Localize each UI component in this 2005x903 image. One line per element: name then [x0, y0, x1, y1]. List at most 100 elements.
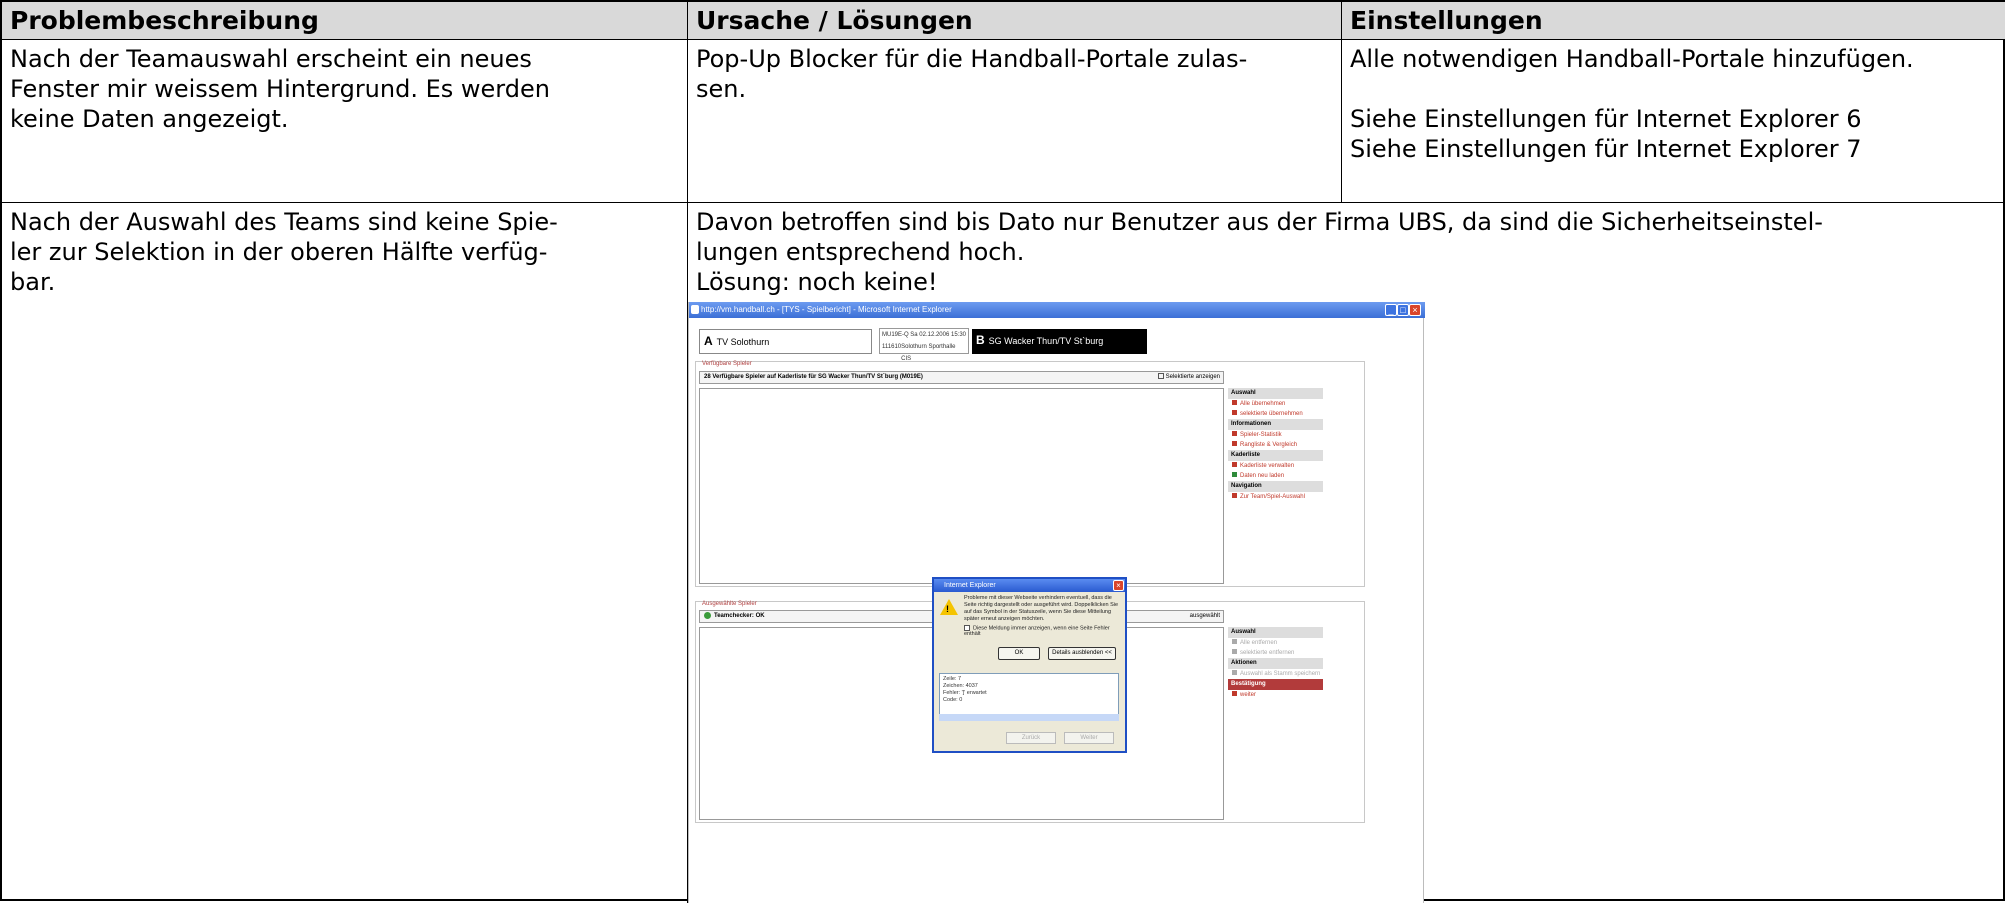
document-icon — [1232, 441, 1237, 446]
take-all-button[interactable]: Alle übernehmen — [1228, 399, 1323, 409]
ie-title-bar: http://vm.handball.ch - [TYS - Spielberi… — [689, 302, 1425, 318]
show-selected-checkbox[interactable] — [1157, 373, 1164, 380]
side-item-label: selektierte übernehmen — [1240, 411, 1303, 417]
header-problem: Problembeschreibung — [2, 2, 688, 40]
player-stats-button[interactable]: Spieler-Statistik — [1228, 430, 1323, 440]
error-details-box[interactable]: Zeile: 7 Zeichen: 4037 Fehler: ']' erwar… — [939, 673, 1119, 720]
team-a-letter: A — [704, 334, 713, 348]
continue-button[interactable]: weiter — [1228, 690, 1323, 700]
side-item-label: Alle übernehmen — [1240, 401, 1286, 407]
row2-problem-line: bar. — [10, 268, 56, 296]
ie6-settings-link[interactable]: Siehe Einstellungen für Internet Explore… — [1350, 104, 1999, 134]
show-selected-label: Selektierte anzeigen — [1165, 374, 1220, 380]
team-b-letter: B — [976, 333, 985, 347]
row1-settings-spacer — [1350, 74, 1999, 104]
teamcheck-status: Teamchecker: OK — [714, 613, 765, 619]
save-as-core-button[interactable]: Auswahl als Stamm speichern — [1228, 669, 1323, 679]
side-item-label: Alle entfernen — [1240, 640, 1278, 646]
row1-problem-line: Nach der Teamauswahl erscheint ein neues — [10, 45, 532, 73]
row1-problem-line: Fenster mir weissem Hintergrund. Es werd… — [10, 75, 550, 103]
remove-icon — [1232, 639, 1237, 644]
ranking-button[interactable]: Rangliste & Vergleich — [1228, 440, 1323, 450]
available-side-menu: Auswahl Alle übernehmen selektierte über… — [1228, 388, 1323, 502]
team-b-name: SG Wacker Thun/TV St`burg — [988, 336, 1104, 346]
document-icon — [1232, 462, 1237, 467]
show-selected-toggle[interactable]: Selektierte anzeigen — [1157, 372, 1220, 383]
header-problem-label: Problembeschreibung — [10, 6, 319, 35]
solution-text: Lösung: noch keine! — [696, 268, 938, 296]
row2-problem-line: ler zur Selektion in der oberen Hälfte v… — [10, 238, 548, 266]
row1-settings-line: Alle notwendigen Handball-Portale hinzuf… — [1350, 45, 1914, 73]
row1-cause-line: sen. — [696, 75, 747, 103]
reload-data-button[interactable]: Daten neu laden — [1228, 471, 1323, 481]
next-button[interactable]: Weiter — [1064, 732, 1114, 744]
side-header-kaderliste: Kaderliste — [1228, 450, 1323, 461]
ie-logo-icon — [691, 305, 699, 314]
available-players-panel: Verfügbare Spieler 28 Verfügbare Spieler… — [695, 361, 1365, 587]
side-item-label: Kaderliste verwalten — [1240, 463, 1295, 469]
selected-players-title: Ausgewählte Spieler — [702, 601, 757, 607]
side-header-aktionen: Aktionen — [1228, 658, 1323, 669]
available-players-bar: 28 Verfügbare Spieler auf Kaderliste für… — [699, 371, 1224, 384]
row2-cause-line: Davon betroffen sind bis Dato nur Benutz… — [696, 208, 1823, 236]
side-header-navigation: Navigation — [1228, 481, 1323, 492]
side-header-informationen: Informationen — [1228, 419, 1323, 430]
available-players-title: Verfügbare Spieler — [702, 361, 752, 367]
close-icon[interactable]: × — [1409, 304, 1421, 316]
row2-problem-line: Nach der Auswahl des Teams sind keine Sp… — [10, 208, 558, 236]
manage-roster-button[interactable]: Kaderliste verwalten — [1228, 461, 1323, 471]
warning-mark: ! — [946, 604, 949, 614]
selected-side-menu: Auswahl Alle entfernen selektierte entfe… — [1228, 627, 1323, 700]
back-button[interactable]: Zurück — [1006, 732, 1056, 744]
row1-problem-cell: Nach der Teamauswahl erscheint ein neues… — [2, 40, 688, 203]
save-icon — [1232, 670, 1237, 675]
row2-problem-cell: Nach der Auswahl des Teams sind keine Sp… — [2, 203, 688, 903]
side-item-label: Auswahl als Stamm speichern — [1240, 671, 1321, 677]
dialog-close-icon[interactable]: × — [1113, 580, 1124, 591]
back-to-selection-button[interactable]: Zur Team/Spiel-Auswahl — [1228, 492, 1323, 502]
side-item-label: Daten neu laden — [1240, 473, 1285, 479]
always-show-label: Diese Meldung immer anzeigen, wenn eine … — [964, 625, 1110, 638]
side-item-label: Zur Team/Spiel-Auswahl — [1240, 494, 1305, 500]
header-cause: Ursache / Lösungen — [688, 2, 1342, 40]
match-info-box: MU19E-Q Sa 02.12.2006 15:30 111610 Solothu… — [879, 328, 969, 362]
team-b-box[interactable]: B SG Wacker Thun/TV St`burg — [972, 329, 1147, 354]
minimize-icon[interactable]: _ — [1385, 304, 1397, 316]
ie-window-title: http://vm.handball.ch - [TYS - Spielberi… — [701, 305, 952, 314]
match-code: MU19E-Q — [882, 332, 909, 338]
side-item-label: Spieler-Statistik — [1240, 432, 1282, 438]
arrow-down-icon — [1232, 410, 1237, 415]
team-a-box[interactable]: A TV Solothurn — [699, 329, 872, 354]
ok-button[interactable]: OK — [998, 647, 1040, 660]
row1-cause-line: Pop-Up Blocker für die Handball-Portale … — [696, 45, 1248, 73]
detail-line: Code: 0 — [943, 697, 963, 703]
details-scrollbar[interactable] — [939, 714, 1119, 721]
available-players-count: 28 Verfügbare Spieler auf Kaderliste für… — [704, 374, 923, 380]
detail-line: Zeichen: 4037 — [943, 683, 978, 689]
detail-line: Zeile: 7 — [943, 676, 962, 682]
side-item-label: selektierte entfernen — [1240, 650, 1295, 656]
available-players-list[interactable] — [699, 388, 1224, 584]
ie-error-dialog: Internet Explorer × ! Probleme mit diese… — [932, 577, 1127, 753]
always-show-toggle[interactable]: Diese Meldung immer anzeigen, wenn eine … — [964, 625, 1125, 637]
embedded-screenshot: http://vm.handball.ch - [TYS - Spielberi… — [688, 302, 1425, 903]
side-item-label: weiter — [1240, 692, 1257, 698]
remove-icon — [1232, 649, 1237, 654]
side-header-auswahl: Auswahl — [1228, 627, 1323, 638]
header-settings-label: Einstellungen — [1350, 6, 1543, 35]
remove-all-button[interactable]: Alle entfernen — [1228, 638, 1323, 648]
document-icon — [1232, 431, 1237, 436]
dialog-message: Probleme mit dieser Webseite verhindern … — [964, 595, 1119, 622]
remove-selected-button[interactable]: selektierte entfernen — [1228, 648, 1323, 658]
detail-line: Fehler: ']' erwartet — [943, 690, 987, 696]
header-cause-label: Ursache / Lösungen — [696, 6, 973, 35]
maximize-icon[interactable]: □ — [1397, 304, 1409, 316]
always-show-checkbox[interactable] — [964, 625, 970, 631]
match-date: Sa 02.12.2006 15:30 — [910, 332, 966, 338]
ie7-settings-link[interactable]: Siehe Einstellungen für Internet Explore… — [1350, 134, 1999, 164]
side-item-label: Rangliste & Vergleich — [1240, 442, 1298, 448]
document-icon — [1232, 493, 1237, 498]
hide-details-button[interactable]: Details ausblenden << — [1048, 647, 1116, 660]
problem-table: Problembeschreibung Ursache / Lösungen E… — [0, 0, 2005, 903]
take-selected-button[interactable]: selektierte übernehmen — [1228, 409, 1323, 419]
